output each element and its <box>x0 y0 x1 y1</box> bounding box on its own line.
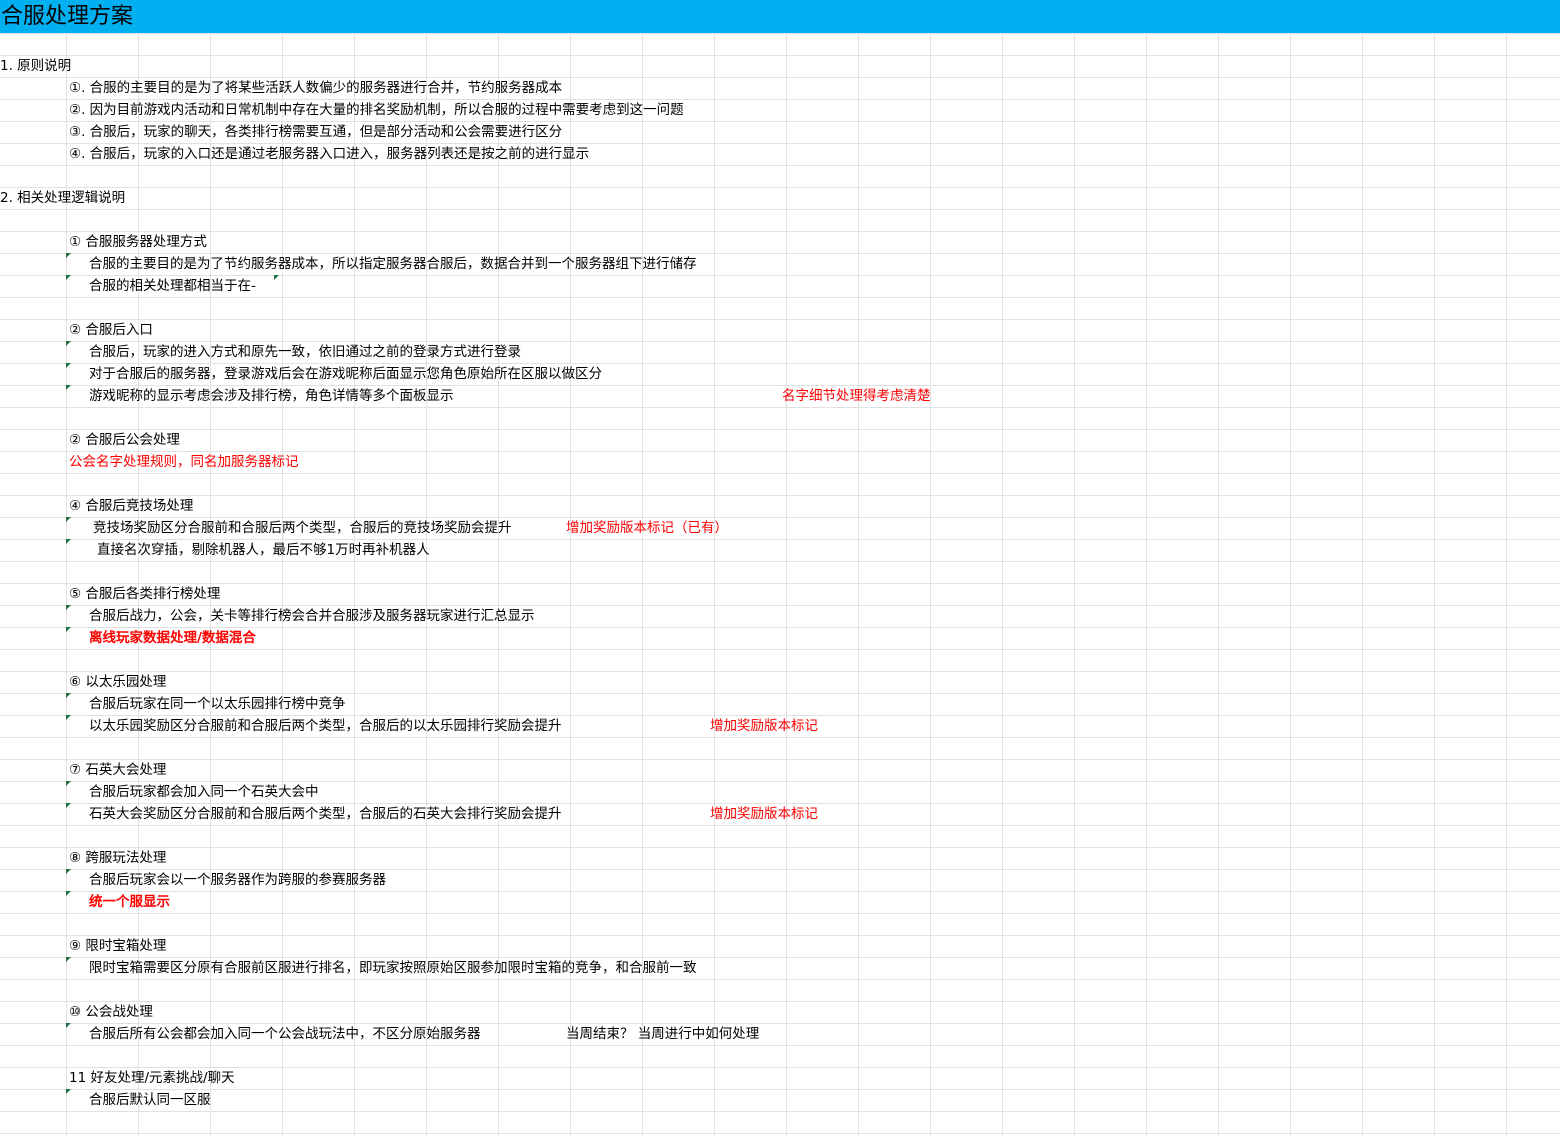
item-2-detail-a[interactable]: 合服后，玩家的进入方式和原先一致，依旧通过之前的登录方式进行登录 <box>89 341 521 363</box>
comment-indicator-icon[interactable] <box>66 363 71 368</box>
comment-indicator-icon[interactable] <box>66 385 71 390</box>
comment-indicator-icon[interactable] <box>66 275 71 280</box>
item-10-detail-a[interactable]: 合服后所有公会都会加入同一个公会战玩法中，不区分原始服务器 <box>89 1023 481 1045</box>
item-7-note[interactable]: 增加奖励版本标记 <box>710 803 818 825</box>
item-4-detail-b[interactable]: 直接名次穿插，剔除机器人，最后不够1万时再补机器人 <box>97 539 430 561</box>
comment-indicator-icon[interactable] <box>66 803 71 808</box>
item-6-heading[interactable]: ⑥ 以太乐园处理 <box>69 671 166 693</box>
principle-2[interactable]: ②. 因为目前游戏内活动和日常机制中存在大量的排名奖励机制，所以合服的过程中需要… <box>69 99 684 121</box>
item-11-heading[interactable]: 11 好友处理/元素挑战/聊天 <box>69 1067 235 1089</box>
item-4-detail-a[interactable]: 竞技场奖励区分合服前和合服后两个类型，合服后的竞技场奖励会提升 <box>93 517 512 539</box>
item-6-detail-a[interactable]: 合服后玩家在同一个以太乐园排行榜中竞争 <box>89 693 346 715</box>
section-2-heading[interactable]: 2. 相关处理逻辑说明 <box>0 187 125 209</box>
item-8-detail-a[interactable]: 合服后玩家会以一个服务器作为跨服的参赛服务器 <box>89 869 386 891</box>
comment-indicator-icon[interactable] <box>66 869 71 874</box>
comment-indicator-icon[interactable] <box>66 693 71 698</box>
principle-4[interactable]: ④. 合服后，玩家的入口还是通过老服务器入口进入，服务器列表还是按之前的进行显示 <box>69 143 589 165</box>
sheet-title-bar: 合服处理方案 <box>0 0 1560 33</box>
comment-indicator-icon[interactable] <box>66 539 71 544</box>
item-4-note[interactable]: 增加奖励版本标记（已有） <box>566 517 728 539</box>
comment-indicator-icon[interactable] <box>66 715 71 720</box>
item-2-heading[interactable]: ② 合服后入口 <box>69 319 153 341</box>
comment-indicator-icon[interactable] <box>66 1089 71 1094</box>
item-3-note[interactable]: 公会名字处理规则，同名加服务器标记 <box>69 451 299 473</box>
item-5-heading[interactable]: ⑤ 合服后各类排行榜处理 <box>69 583 220 605</box>
comment-indicator-icon[interactable] <box>66 1023 71 1028</box>
item-7-detail-a[interactable]: 合服后玩家都会加入同一个石英大会中 <box>89 781 319 803</box>
item-5-detail-a[interactable]: 合服后战力，公会，关卡等排行榜会合并合服涉及服务器玩家进行汇总显示 <box>89 605 535 627</box>
item-4-heading[interactable]: ④ 合服后竞技场处理 <box>69 495 193 517</box>
comment-indicator-icon[interactable] <box>66 605 71 610</box>
item-8-note[interactable]: 统一个服显示 <box>89 891 170 913</box>
comment-indicator-icon[interactable] <box>66 891 71 896</box>
item-1-detail-a[interactable]: 合服的主要目的是为了节约服务器成本，所以指定服务器合服后，数据合并到一个服务器组… <box>89 253 697 275</box>
item-3-heading[interactable]: ② 合服后公会处理 <box>69 429 180 451</box>
spreadsheet-rows: 1. 原则说明 ①. 合服的主要目的是为了将某些活跃人数偏少的服务器进行合并，节… <box>0 33 1560 1111</box>
comment-indicator-icon[interactable] <box>66 627 71 632</box>
section-1-heading[interactable]: 1. 原则说明 <box>0 55 71 77</box>
item-9-heading[interactable]: ⑨ 限时宝箱处理 <box>69 935 166 957</box>
comment-indicator-icon[interactable] <box>66 781 71 786</box>
item-1-heading[interactable]: ① 合服服务器处理方式 <box>69 231 207 253</box>
item-2-detail-b[interactable]: 对于合服后的服务器，登录游戏后会在游戏昵称后面显示您角色原始所在区服以做区分 <box>89 363 602 385</box>
sheet-title[interactable]: 合服处理方案 <box>1 2 133 32</box>
item-6-detail-b[interactable]: 以太乐园奖励区分合服前和合服后两个类型，合服后的以太乐园排行奖励会提升 <box>89 715 562 737</box>
comment-indicator-icon[interactable] <box>66 517 71 522</box>
principle-3[interactable]: ③. 合服后，玩家的聊天，各类排行榜需要互通，但是部分活动和公会需要进行区分 <box>69 121 562 143</box>
comment-indicator-icon[interactable] <box>66 253 71 258</box>
item-7-detail-b[interactable]: 石英大会奖励区分合服前和合服后两个类型，合服后的石英大会排行奖励会提升 <box>89 803 562 825</box>
item-2-note[interactable]: 名字细节处理得考虑清楚 <box>782 385 931 407</box>
item-1-detail-b[interactable]: 合服的相关处理都相当于在- <box>89 275 256 297</box>
comment-indicator-icon[interactable] <box>66 341 71 346</box>
item-10-note[interactable]: 当周结束？ 当周进行中如何处理 <box>566 1023 759 1045</box>
item-10-heading[interactable]: ⑩ 公会战处理 <box>69 1001 153 1023</box>
item-11-detail-a[interactable]: 合服后默认同一区服 <box>89 1089 211 1111</box>
item-6-note[interactable]: 增加奖励版本标记 <box>710 715 818 737</box>
item-2-detail-c[interactable]: 游戏昵称的显示考虑会涉及排行榜，角色详情等多个面板显示 <box>89 385 454 407</box>
item-5-note[interactable]: 离线玩家数据处理/数据混合 <box>89 627 256 649</box>
comment-indicator-icon[interactable] <box>274 275 279 280</box>
item-7-heading[interactable]: ⑦ 石英大会处理 <box>69 759 166 781</box>
item-9-detail-a[interactable]: 限时宝箱需要区分原有合服前区服进行排名，即玩家按照原始区服参加限时宝箱的竞争，和… <box>89 957 697 979</box>
item-8-heading[interactable]: ⑧ 跨服玩法处理 <box>69 847 166 869</box>
comment-indicator-icon[interactable] <box>66 957 71 962</box>
principle-1[interactable]: ①. 合服的主要目的是为了将某些活跃人数偏少的服务器进行合并，节约服务器成本 <box>69 77 562 99</box>
